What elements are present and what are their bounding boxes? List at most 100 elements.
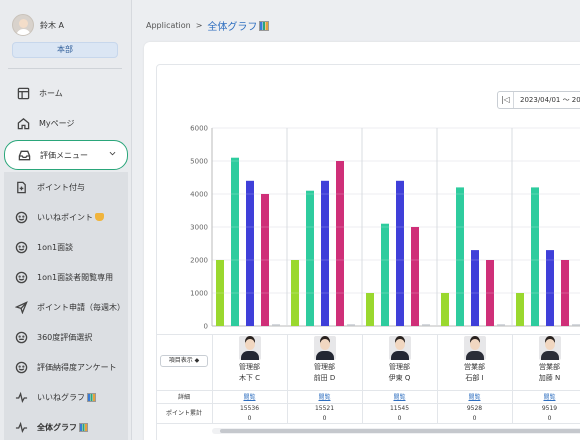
chart-bar [471,250,479,326]
y-tick-label: 4000 [190,191,208,199]
column-toggle-button[interactable]: 項目表示 ◆ [160,355,208,367]
person-column: 管理部 木下 C [212,334,287,383]
sidebar-item-label: ホーム [39,88,63,98]
chart-bar [321,180,329,326]
person-column: 管理部 前田 D [287,334,362,383]
sidebar-item-eval-menu[interactable]: 評価メニュー [4,140,128,170]
sidebar-item-like-graph[interactable]: いいねグラフ [4,382,128,412]
sidebar-nav: ホーム Myページ 評価メニュー ポイント付与 いいねポイント 1on1面談 1… [4,78,128,440]
home-icon [16,116,30,130]
person-dept: 管理部 [389,363,410,371]
sidebar-item-1on1-view[interactable]: 1on1面談者閲覧専用 [4,262,128,292]
detail-link[interactable]: 閲覧 [287,392,362,401]
department-badge: 本部 [12,42,118,58]
layout-icon [16,86,30,100]
row-label-detail: 詳細 [177,394,190,401]
person-dept: 管理部 [239,363,260,371]
person-column: 管理部 伊東 Q [362,334,437,383]
sidebar-item-label: 1on1面談者閲覧専用 [37,272,114,282]
sidebar-item-point-request[interactable]: ポイント申請（毎週木） [4,292,128,322]
smile-icon [14,330,28,344]
chevron-down-icon [108,149,117,160]
person-name: 木下 C [238,374,261,382]
row-label-points: ポイント累計 [165,410,202,417]
y-tick-label: 6000 [190,125,208,133]
sidebar-item-like-points[interactable]: いいねポイント [4,202,128,232]
person-dept: 営業部 [539,363,560,371]
page-title: 全体グラフ [207,22,258,33]
chart-bar [231,157,239,326]
sidebar-item-label: ポイント付与 [37,182,85,192]
detail-link[interactable]: 閲覧 [437,392,512,401]
sidebar-item-mypage[interactable]: Myページ [4,108,128,138]
inbox-icon [17,148,31,162]
sidebar-item-360[interactable]: 360度評価選択 [4,322,128,352]
detail-link[interactable]: 閲覧 [512,392,580,401]
horizontal-scrollbar[interactable] [212,428,580,434]
sidebar-item-label: ポイント申請（毎週木） [37,302,125,312]
detail-link[interactable]: 閲覧 [212,392,287,401]
sidebar-item-label: 評価メニュー [40,150,88,160]
person-photo [463,336,486,360]
points-zero: 0 [247,415,252,422]
points-zero: 0 [547,415,552,422]
person-photo [538,336,561,360]
table-divider [156,423,580,424]
y-tick-label: 2000 [190,257,208,265]
sidebar-item-label: 1on1面談 [37,242,74,252]
y-tick-label: 3000 [190,224,208,232]
breadcrumb-root[interactable]: Application [146,21,191,30]
chart-bar [516,293,524,326]
date-range-text: 2023/04/01 ～ 20 [520,96,580,104]
activity-icon [14,420,28,434]
sidebar-item-1on1[interactable]: 1on1面談 [4,232,128,262]
table-divider [156,390,580,391]
breadcrumb-separator: > [195,21,203,30]
date-range-picker[interactable]: |◁ 2023/04/01 ～ 20 [497,91,580,109]
points-total: 9519 [541,405,558,412]
chart-bar [456,187,464,326]
points-total: 11545 [389,405,410,412]
sidebar-item-label: 360度評価選択 [37,332,93,342]
person-dept: 管理部 [314,363,335,371]
points-total: 15521 [314,405,335,412]
person-name: 伊東 Q [388,374,411,382]
points-total: 15536 [239,405,260,412]
person-column: 営業部 加藤 N [512,334,580,383]
points-zero: 0 [472,415,477,422]
chart-bar [441,293,449,326]
eval-submenu: ポイント付与 いいねポイント 1on1面談 1on1面談者閲覧専用 ポイント申請… [4,172,128,440]
user-profile[interactable]: 鈴木 A [12,14,64,36]
send-icon [14,300,28,314]
chart-bar [336,161,344,326]
points-zero: 0 [397,415,402,422]
breadcrumb: Application > 全体グラフ [146,18,270,33]
bar-chart-icon [259,20,270,31]
bar-chart: 0 1000 2000 3000 4000 5000 6000 [190,125,580,331]
chart-bar [531,187,539,326]
column-toggle-label: 項目表示 [168,357,193,364]
sidebar: 鈴木 A 本部 ホーム Myページ 評価メニュー ポイント付与 いいねポイント [0,0,132,440]
skip-back-icon[interactable]: |◁ [498,92,514,108]
person-photo [313,336,336,360]
points-total: 9528 [466,405,483,412]
detail-link[interactable]: 閲覧 [362,392,437,401]
sidebar-item-overall-graph[interactable]: 全体グラフ [4,412,128,440]
person-photo [388,336,411,360]
sidebar-item-label: いいねグラフ [37,392,85,402]
person-name: 加藤 N [538,374,561,382]
chart-bar [366,293,374,326]
scrollbar-thumb[interactable] [220,429,580,433]
person-dept: 営業部 [464,363,485,371]
chart-bar [411,227,419,326]
people-table: 項目表示 ◆ 管理部 木下 C 管理部 前田 D 管理部 伊東 Q 営業部 石部… [156,334,580,424]
person-column: 営業部 石部 I [437,334,512,383]
chart-bar [246,180,254,326]
sidebar-item-label: 全体グラフ [37,422,77,432]
sidebar-item-point-grant[interactable]: ポイント付与 [4,172,128,202]
y-tick-label: 1000 [190,290,208,298]
smile-icon [14,210,28,224]
person-name: 前田 D [313,374,336,382]
sidebar-item-survey[interactable]: 評価納得度アンケート [4,352,128,382]
sidebar-item-home[interactable]: ホーム [4,78,128,108]
